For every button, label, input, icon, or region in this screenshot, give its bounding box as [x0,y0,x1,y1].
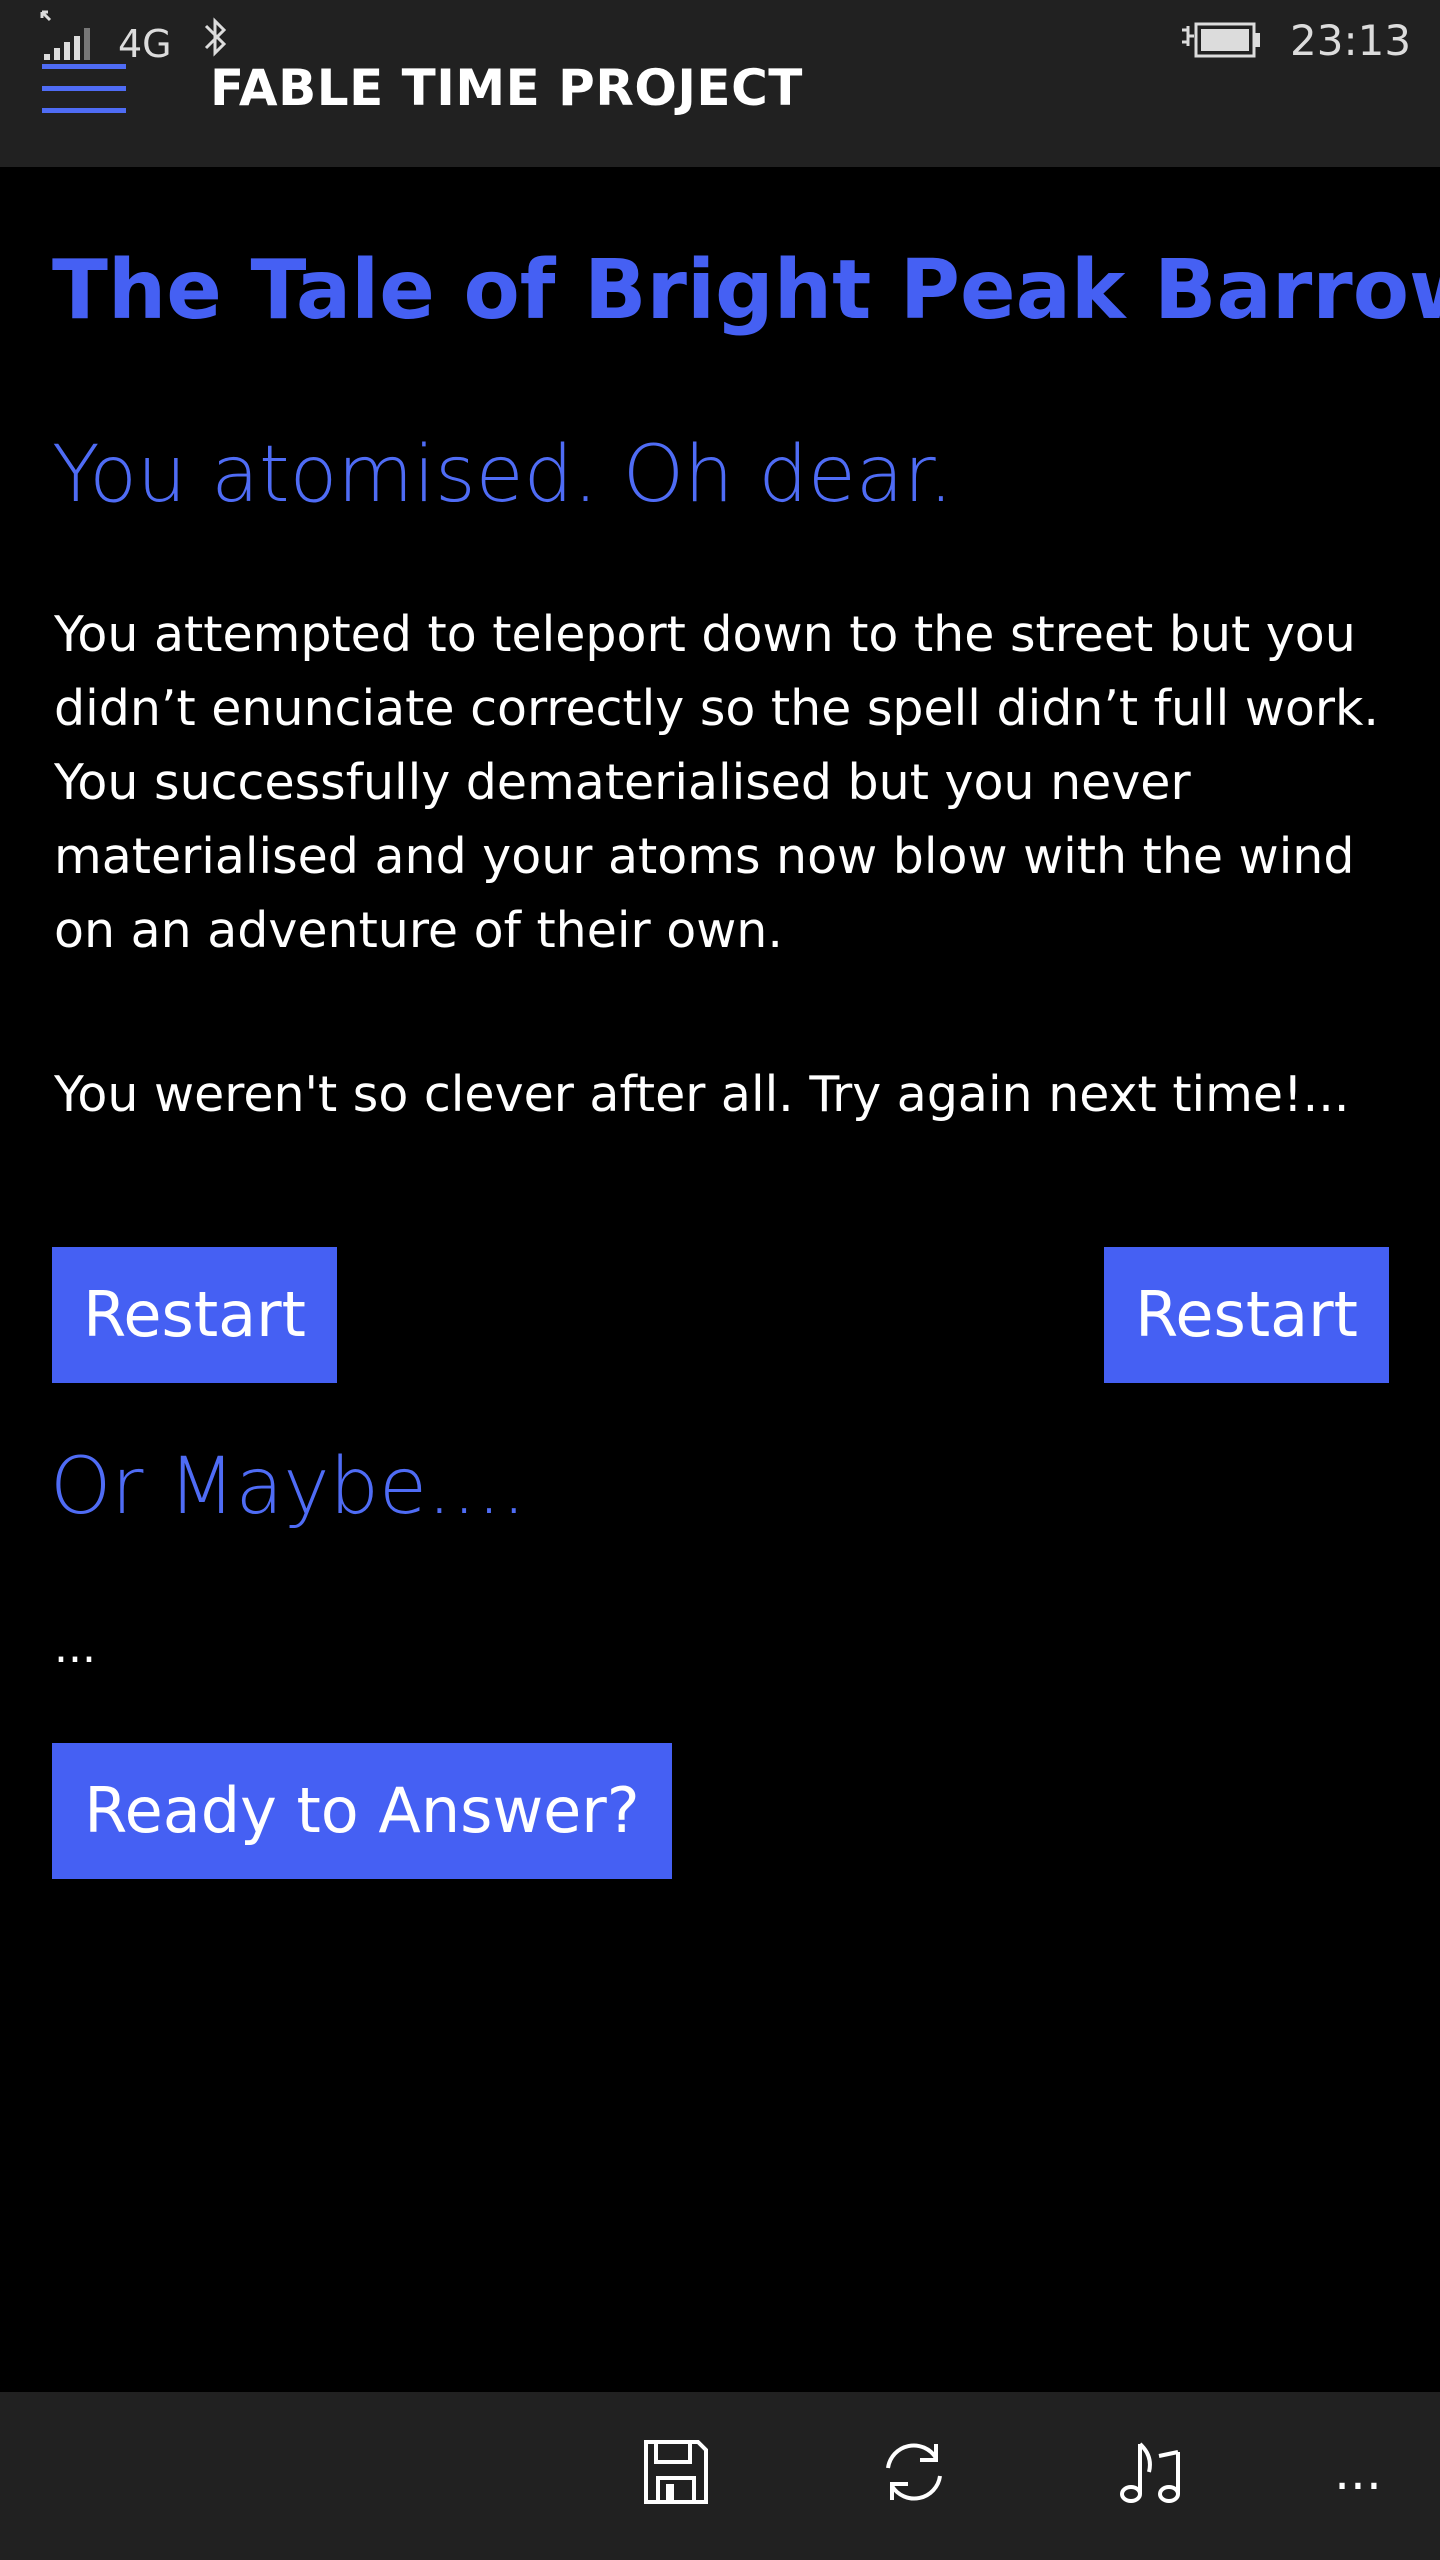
clock: 23:13 [1290,16,1412,65]
refresh-button[interactable] [874,2432,954,2512]
story-body-text: You attempted to teleport down to the st… [54,606,1379,959]
signal-icon [40,10,90,60]
restart-button-left[interactable]: Restart [52,1247,337,1383]
restart-button-right[interactable]: Restart [1104,1247,1389,1383]
story-closing-text: You weren't so clever after all. Try aga… [54,1066,1350,1123]
hamburger-icon-line [42,108,126,113]
refresh-icon [886,2443,942,2501]
story-title: The Tale of Bright Peak Barrow [52,243,1440,338]
or-maybe-heading: Or Maybe.... [50,1442,527,1532]
top-bar: 4G 23:13 FABLE TIME PROJECT [0,0,1440,167]
more-options-button[interactable]: ... [1318,2447,1398,2497]
hamburger-icon [42,64,126,69]
music-icon [1120,2442,1180,2503]
save-button[interactable] [636,2432,716,2512]
app-title: FABLE TIME PROJECT [210,59,803,117]
placeholder-text: ... [54,1622,96,1673]
ready-to-answer-button[interactable]: Ready to Answer? [52,1743,672,1879]
bottom-app-bar: ... [0,2392,1440,2560]
music-button[interactable] [1113,2432,1193,2512]
save-icon [644,2440,708,2504]
network-type: 4G [118,22,172,66]
bluetooth-icon [204,17,227,57]
outcome-heading: You atomised. Oh dear. [52,430,954,520]
battery-charging-icon [1182,22,1260,58]
hamburger-menu-button[interactable] [42,64,126,114]
hamburger-icon-line [42,86,126,91]
